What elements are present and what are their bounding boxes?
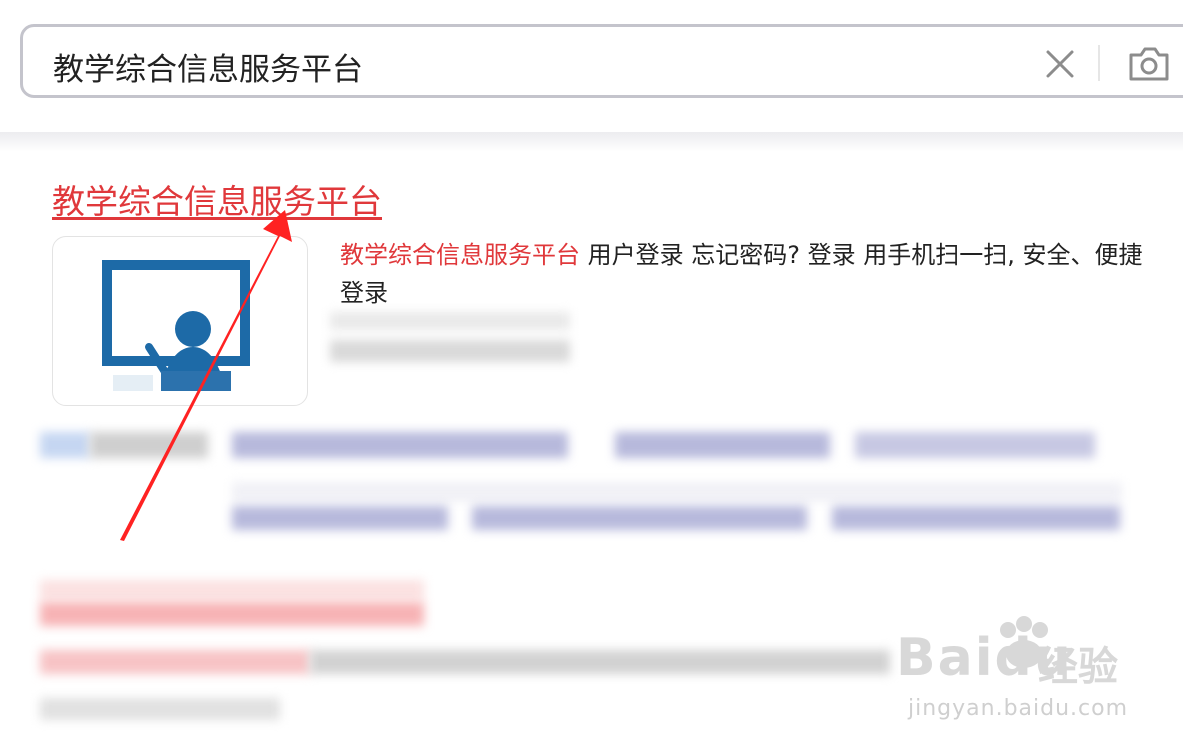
- blurred-link[interactable]: [832, 506, 1120, 530]
- baidu-jingyan-watermark: Baidu 经验 jingyan.baidu.com: [886, 610, 1176, 730]
- presentation-icon: [102, 260, 250, 391]
- watermark-url: jingyan.baidu.com: [908, 696, 1129, 721]
- result-thumbnail[interactable]: [52, 236, 308, 406]
- result-title-link[interactable]: 教学综合信息服务平台: [52, 175, 382, 223]
- result-snippet: 教学综合信息服务平台 用户登录 忘记密码? 登录 用手机扫一扫, 安全、便捷登录: [340, 236, 1160, 312]
- blurred-link[interactable]: [232, 432, 568, 458]
- blurred-line: [330, 312, 570, 330]
- camera-icon[interactable]: [1127, 43, 1171, 83]
- blurred-title[interactable]: [40, 650, 310, 674]
- blurred-title[interactable]: [40, 580, 424, 600]
- header-shadow: [0, 132, 1183, 152]
- blurred-link[interactable]: [615, 432, 830, 458]
- blurred-line: [330, 340, 570, 362]
- divider: [1098, 45, 1100, 81]
- search-input[interactable]: 教学综合信息服务平台: [53, 44, 363, 89]
- blurred-title[interactable]: [40, 602, 424, 626]
- watermark-cn: 经验: [1038, 644, 1118, 690]
- blurred-link[interactable]: [232, 506, 448, 530]
- blurred-line: [40, 698, 280, 720]
- blurred-line: [310, 650, 890, 674]
- blurred-link[interactable]: [90, 432, 208, 458]
- close-icon[interactable]: [1043, 47, 1077, 81]
- blurred-link[interactable]: [40, 432, 90, 458]
- blurred-line: [232, 482, 1122, 502]
- blurred-link[interactable]: [472, 506, 807, 530]
- blurred-link[interactable]: [855, 432, 1095, 458]
- snippet-highlight: 教学综合信息服务平台: [340, 241, 580, 269]
- search-bar[interactable]: 教学综合信息服务平台: [20, 24, 1183, 98]
